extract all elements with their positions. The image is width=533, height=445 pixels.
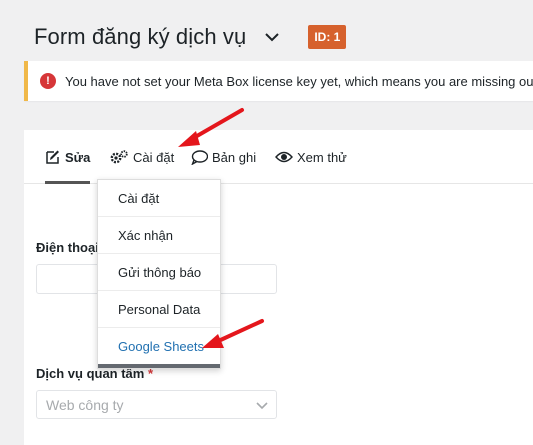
speech-bubble-icon [191, 149, 208, 165]
notice-text: You have not set your Meta Box license k… [65, 73, 533, 89]
pencil-icon [45, 149, 61, 165]
menu-item-settings[interactable]: Cài đặt [98, 180, 220, 217]
page-title: Form đăng ký dịch vụ [34, 24, 247, 49]
tab-label: Cài đặt [133, 149, 175, 165]
exclamation-icon: ! [40, 73, 56, 89]
tab-entries[interactable]: Bản ghi [191, 130, 256, 184]
menu-item-google-sheets[interactable]: Google Sheets [98, 328, 220, 365]
page-header: Form đăng ký dịch vụ ID: 1 [34, 22, 347, 52]
phone-field-label: Điện thoại [36, 240, 99, 255]
tab-preview[interactable]: Xem thử [275, 130, 347, 184]
menu-item-personal-data[interactable]: Personal Data [98, 291, 220, 328]
tab-label: Xem thử [297, 149, 347, 165]
service-select[interactable]: Web công ty [36, 390, 277, 419]
tab-bar: Sửa Cài đặt Bản ghi Xem thử [24, 130, 533, 184]
menu-item-notifications[interactable]: Gửi thông báo [98, 254, 220, 291]
settings-dropdown-menu: Cài đặt Xác nhận Gửi thông báo Personal … [97, 179, 221, 369]
tab-edit[interactable]: Sửa [45, 130, 91, 184]
tab-label: Bản ghi [212, 149, 257, 165]
tab-label: Sửa [65, 149, 91, 165]
eye-icon [275, 150, 293, 164]
chevron-down-icon [256, 398, 268, 415]
id-badge: ID: 1 [308, 25, 347, 49]
menu-item-confirmation[interactable]: Xác nhận [98, 217, 220, 254]
license-notice: ! You have not set your Meta Box license… [24, 61, 533, 101]
tab-settings[interactable]: Cài đặt [109, 130, 174, 184]
chevron-down-icon[interactable] [264, 29, 280, 45]
service-select-value: Web công ty [46, 396, 124, 413]
gears-icon [109, 149, 129, 165]
